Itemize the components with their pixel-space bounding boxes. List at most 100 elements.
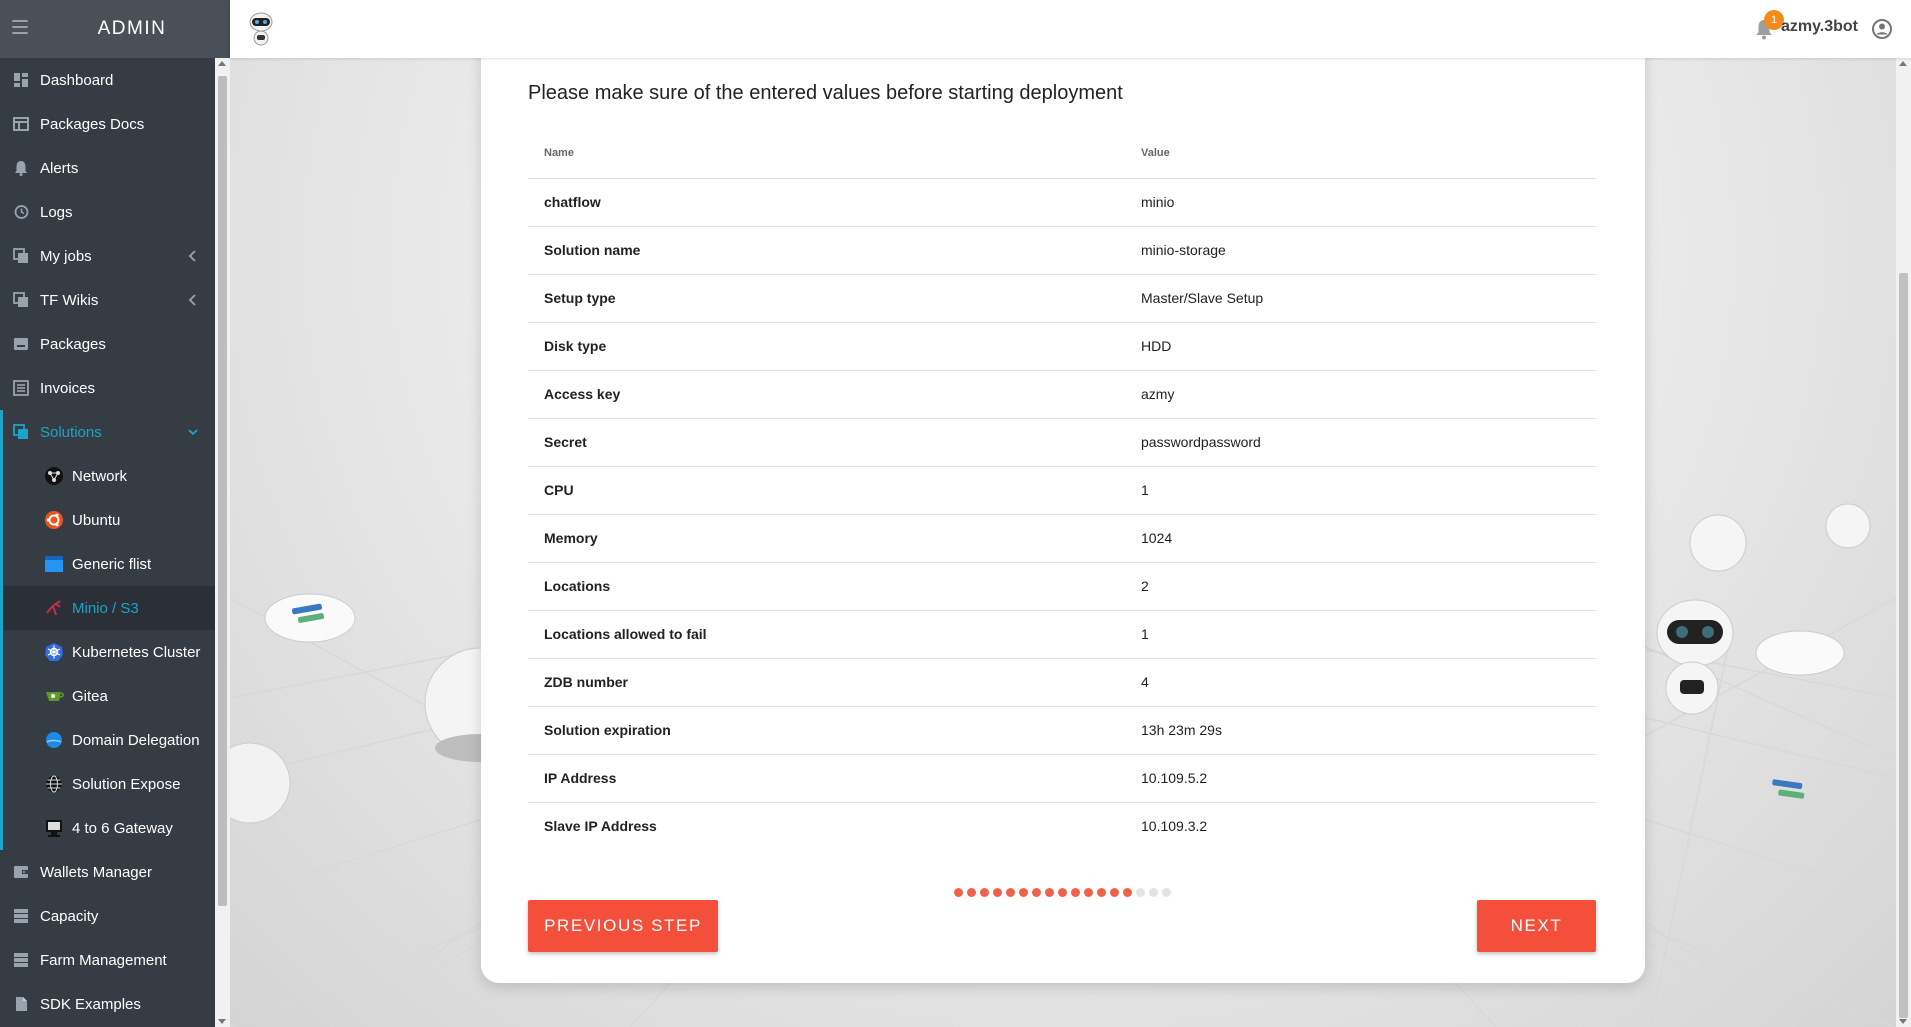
sidebar-item-capacity[interactable]: Capacity — [0, 894, 215, 938]
scroll-up-arrow-icon[interactable] — [1899, 61, 1907, 66]
row-name: ZDB number — [528, 658, 1125, 707]
row-name: Locations — [528, 562, 1125, 611]
solution-item-domain-delegation[interactable]: Domain Delegation — [3, 718, 215, 762]
deployment-review-card: Please make sure of the entered values b… — [481, 40, 1645, 983]
step-dot-complete — [1110, 888, 1119, 897]
row-value: 10.109.5.2 — [1125, 754, 1596, 803]
sidebar-item-dashboard[interactable]: Dashboard — [0, 58, 215, 102]
table-row: chatflow minio — [528, 178, 1596, 227]
sidebar-scrollbar[interactable] — [215, 58, 230, 1027]
kubernetes-icon — [44, 642, 64, 662]
gitea-icon — [44, 686, 64, 706]
solution-item-label: Gitea — [72, 687, 108, 705]
sidebar-item-alerts[interactable]: Alerts — [0, 146, 215, 190]
sidebar-item-label: Solutions — [40, 423, 102, 441]
sidebar-item-wallets-manager[interactable]: Wallets Manager — [0, 850, 215, 894]
next-button[interactable]: NEXT — [1477, 900, 1596, 952]
sidebar-item-label: Farm Management — [40, 951, 167, 969]
column-header-value: Value — [1125, 128, 1596, 179]
sidebar-item-logs[interactable]: Logs — [0, 190, 215, 234]
solution-item-ubuntu[interactable]: Ubuntu — [3, 498, 215, 542]
step-dot-complete — [1084, 888, 1093, 897]
minio-icon — [44, 598, 64, 618]
scroll-down-arrow-icon[interactable] — [1899, 1019, 1907, 1024]
solution-item-network[interactable]: Network — [3, 454, 215, 498]
row-value: 2 — [1125, 562, 1596, 611]
sidebar-item-solutions[interactable]: Solutions — [3, 410, 215, 454]
sidebar-item-packages-docs[interactable]: Packages Docs — [0, 102, 215, 146]
sidebar-item-label: My jobs — [40, 247, 92, 265]
globe-icon — [44, 774, 64, 794]
sidebar-item-label: Invoices — [40, 379, 96, 397]
row-value: HDD — [1125, 322, 1596, 371]
scroll-up-arrow-icon[interactable] — [218, 61, 226, 66]
solution-item-kubernetes[interactable]: Kubernetes Cluster — [3, 630, 215, 674]
row-value: 4 — [1125, 658, 1596, 707]
account-circle-icon[interactable] — [1871, 18, 1893, 40]
step-dot-complete — [967, 888, 976, 897]
chevron-left-icon — [188, 294, 196, 306]
step-dot-complete — [993, 888, 1002, 897]
row-name: Memory — [528, 514, 1125, 563]
row-value: 1024 — [1125, 514, 1596, 563]
step-dot-complete — [1123, 888, 1132, 897]
sidebar-item-label: Alerts — [40, 159, 79, 177]
step-dot-complete — [954, 888, 963, 897]
table-row: Access key azmy — [528, 370, 1596, 419]
sidebar-item-label: Logs — [40, 203, 73, 221]
sidebar-item-sdk-examples[interactable]: SDK Examples — [0, 982, 215, 1026]
sidebar-item-tf-wikis[interactable]: TF Wikis — [0, 278, 215, 322]
table-row: IP Address 10.109.5.2 — [528, 754, 1596, 803]
solution-item-solution-expose[interactable]: Solution Expose — [3, 762, 215, 806]
row-name: CPU — [528, 466, 1125, 515]
step-dot-complete — [1032, 888, 1041, 897]
sidebar-item-invoices[interactable]: Invoices — [0, 366, 215, 410]
table-row: Locations 2 — [528, 562, 1596, 611]
row-value: minio — [1125, 178, 1596, 227]
history-icon — [13, 204, 29, 220]
list-icon — [13, 380, 29, 396]
table-row: Setup type Master/Slave Setup — [528, 274, 1596, 323]
scrollbar-thumb[interactable] — [218, 76, 227, 906]
solution-item-4to6-gateway[interactable]: 4 to 6 Gateway — [3, 806, 215, 850]
step-dot-pending — [1136, 888, 1145, 897]
sidebar-item-my-jobs[interactable]: My jobs — [0, 234, 215, 278]
review-table: Name Value chatflow minio Solution name mi… — [528, 128, 1596, 850]
solution-item-label: Network — [72, 467, 128, 485]
dashboard-icon — [13, 72, 29, 88]
solution-item-minio[interactable]: Minio / S3 — [3, 586, 215, 630]
scroll-down-arrow-icon[interactable] — [218, 1019, 226, 1024]
solution-item-label: 4 to 6 Gateway — [72, 819, 173, 837]
card-title: Please make sure of the entered values b… — [528, 82, 1123, 104]
solution-item-label: Ubuntu — [72, 511, 121, 529]
network-icon — [44, 466, 64, 486]
solution-item-gitea[interactable]: Gitea — [3, 674, 215, 718]
wallet-icon — [13, 864, 29, 880]
sidebar-item-packages[interactable]: Packages — [0, 322, 215, 366]
step-dot-pending — [1162, 888, 1171, 897]
step-dot-complete — [1006, 888, 1015, 897]
solution-item-label: Kubernetes Cluster — [72, 643, 201, 661]
solution-item-generic-flist[interactable]: Generic flist — [3, 542, 215, 586]
scrollbar-thumb[interactable] — [1899, 273, 1908, 1018]
table-row: Disk type HDD — [528, 322, 1596, 371]
previous-step-button[interactable]: PREVIOUS STEP — [528, 900, 718, 952]
sidebar-nav: Dashboard Packages Docs Alerts Logs My j… — [0, 58, 215, 1027]
ubuntu-icon — [44, 510, 64, 530]
sidebar-item-label: SDK Examples — [40, 995, 141, 1013]
step-dot-complete — [1019, 888, 1028, 897]
table-header-row: Name Value — [528, 128, 1596, 179]
step-dot-complete — [1097, 888, 1106, 897]
main-scrollbar[interactable] — [1896, 58, 1911, 1027]
table-row: Locations allowed to fail 1 — [528, 610, 1596, 659]
menu-toggle-icon[interactable] — [12, 20, 28, 34]
row-name: Setup type — [528, 274, 1125, 323]
file-icon — [13, 996, 29, 1012]
table-row: Slave IP Address 10.109.3.2 — [528, 802, 1596, 850]
username[interactable]: azmy.3bot — [1781, 18, 1858, 36]
sidebar-item-farm-management[interactable]: Farm Management — [0, 938, 215, 982]
sidebar-header: ADMIN — [0, 0, 230, 58]
robot-logo-icon[interactable] — [248, 12, 274, 48]
sidebar-item-label: Packages — [40, 335, 106, 353]
sidebar-item-label: Wallets Manager — [40, 863, 152, 881]
